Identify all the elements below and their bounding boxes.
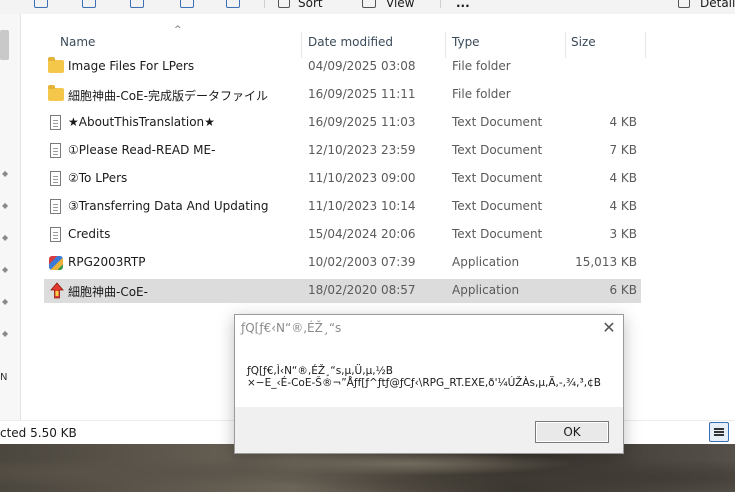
- text-document-icon: [50, 227, 61, 242]
- view-button[interactable]: View: [386, 0, 414, 10]
- more-options-button[interactable]: ...: [456, 0, 470, 10]
- column-header-type[interactable]: Type: [452, 35, 480, 49]
- file-date: 18/02/2020 08:57: [308, 283, 416, 297]
- navigation-pane: ◆ ◆ ◆ ◆ ◆ ◆ N: [0, 14, 21, 420]
- file-name: Credits: [68, 227, 111, 241]
- file-name: Image Files For LPers: [68, 59, 195, 73]
- table-row[interactable]: Credits 15/04/2024 20:06 Text Document 3…: [44, 223, 641, 247]
- file-type: Text Document: [452, 143, 543, 157]
- file-name: RPG2003RTP: [68, 255, 146, 269]
- file-name: ①Please Read-READ ME-: [68, 143, 216, 157]
- dialog-footer: OK: [235, 407, 623, 453]
- table-row[interactable]: ②To LPers 11/10/2023 09:00 Text Document…: [44, 167, 641, 191]
- pin-icon: ◆: [2, 265, 9, 274]
- text-document-icon: [50, 115, 61, 130]
- table-row[interactable]: ③Transferring Data And Updating 11/10/20…: [44, 195, 641, 219]
- sort-caret-icon: ^: [174, 25, 182, 35]
- file-date: 12/10/2023 23:59: [308, 143, 416, 157]
- file-size: 7 KB: [609, 143, 637, 157]
- dialog-message-line1: ƒQ[ƒ€,Ì‹N“®,ÉŽ¸“s,µ,Ü,µ,½B: [247, 365, 393, 377]
- file-date: 10/02/2003 07:39: [308, 255, 416, 269]
- details-view-toggle[interactable]: [709, 422, 729, 442]
- file-size: 3 KB: [609, 227, 637, 241]
- dialog-message-line2: ×−E_‹É-CoE-Š®¬”Åƒf[ƒ^ƒtƒ@ƒCƒ‹\RPG_RT.EXE…: [247, 377, 601, 389]
- file-size: 4 KB: [609, 171, 637, 185]
- file-name: ★AboutThisTranslation★: [68, 115, 215, 129]
- column-header-size[interactable]: Size: [571, 35, 596, 49]
- file-type: File folder: [452, 87, 511, 101]
- file-date: 11/10/2023 10:14: [308, 199, 416, 213]
- column-divider[interactable]: [645, 32, 646, 58]
- details-icon[interactable]: [678, 0, 690, 8]
- file-type: Text Document: [452, 115, 543, 129]
- share-icon[interactable]: [180, 0, 194, 8]
- file-name: 細胞神曲-CoE-: [68, 285, 148, 299]
- text-document-icon: [50, 199, 61, 214]
- selection-status: cted 5.50 KB: [0, 426, 77, 440]
- column-header-name[interactable]: Name: [60, 35, 95, 49]
- file-date: 15/04/2024 20:06: [308, 227, 416, 241]
- ok-button[interactable]: OK: [535, 421, 609, 443]
- folder-icon: [48, 85, 64, 101]
- details-button[interactable]: Details: [700, 0, 735, 10]
- table-row[interactable]: ①Please Read-READ ME- 12/10/2023 23:59 T…: [44, 139, 641, 163]
- game-arrow-icon: [50, 282, 64, 299]
- paste-icon[interactable]: [130, 0, 144, 8]
- file-type: Text Document: [452, 227, 543, 241]
- text-document-icon: [50, 171, 61, 186]
- column-header-date-modified[interactable]: Date modified: [308, 35, 393, 49]
- file-date: 16/09/2025 11:03: [308, 115, 416, 129]
- dialog-message: ƒQ[ƒ€,Ì‹N“®,ÉŽ¸“s,µ,Ü,µ,½B ×−E_‹É-CoE-Š®…: [247, 365, 601, 389]
- file-name: ③Transferring Data And Updating: [68, 199, 269, 213]
- pin-icon: ◆: [2, 201, 9, 210]
- table-row[interactable]: 細胞神曲-CoE-完成版データファイル 16/09/2025 11:11 Fil…: [44, 83, 641, 107]
- text-document-icon: [50, 143, 61, 158]
- error-dialog: ƒQ[ƒ€‹N“®,ÉŽ¸“s ✕ ƒQ[ƒ€,Ì‹N“®,ÉŽ¸“s,µ,Ü,…: [234, 314, 624, 454]
- dialog-title: ƒQ[ƒ€‹N“®,ÉŽ¸“s: [241, 321, 342, 335]
- table-row[interactable]: Image Files For LPers 04/09/2025 03:08 F…: [44, 55, 641, 79]
- nav-item-label: N: [0, 372, 8, 383]
- file-date: 04/09/2025 03:08: [308, 59, 416, 73]
- file-type: Text Document: [452, 171, 543, 185]
- pin-icon: ◆: [2, 169, 9, 178]
- file-name: ②To LPers: [68, 171, 128, 185]
- pin-icon: ◆: [2, 233, 9, 242]
- file-type: Text Document: [452, 199, 543, 213]
- nav-scrollbar-thumb[interactable]: [0, 30, 9, 60]
- new-icon[interactable]: [34, 0, 48, 8]
- sort-icon[interactable]: [278, 0, 290, 8]
- view-icon[interactable]: [362, 0, 376, 8]
- file-size: 4 KB: [609, 199, 637, 213]
- file-type: Application: [452, 283, 520, 297]
- toolbar-divider: [440, 0, 441, 8]
- pin-icon: ◆: [2, 329, 9, 338]
- command-bar: Sort View ... Details: [0, 0, 735, 14]
- file-size: 4 KB: [609, 115, 637, 129]
- file-name: 細胞神曲-CoE-完成版データファイル: [68, 89, 268, 103]
- toolbar-divider: [264, 0, 265, 8]
- application-icon: [49, 256, 63, 270]
- file-date: 11/10/2023 09:00: [308, 171, 416, 185]
- close-icon[interactable]: ✕: [601, 320, 617, 336]
- file-date: 16/09/2025 11:11: [308, 87, 416, 101]
- folder-icon: [48, 57, 64, 73]
- file-type: Application: [452, 255, 520, 269]
- file-size: 6 KB: [609, 283, 637, 297]
- delete-icon[interactable]: [226, 0, 240, 8]
- table-row[interactable]: ★AboutThisTranslation★ 16/09/2025 11:03 …: [44, 111, 641, 135]
- dialog-body: ƒQ[ƒ€,Ì‹N“®,ÉŽ¸“s,µ,Ü,µ,½B ×−E_‹É-CoE-Š®…: [235, 343, 623, 407]
- file-type: File folder: [452, 59, 511, 73]
- table-row[interactable]: RPG2003RTP 10/02/2003 07:39 Application …: [44, 251, 641, 275]
- sort-button[interactable]: Sort: [298, 0, 323, 10]
- table-row-selected[interactable]: 細胞神曲-CoE- 18/02/2020 08:57 Application 6…: [44, 279, 641, 303]
- file-size: 15,013 KB: [575, 255, 637, 269]
- pin-icon: ◆: [2, 297, 9, 306]
- copy-icon[interactable]: [82, 0, 96, 8]
